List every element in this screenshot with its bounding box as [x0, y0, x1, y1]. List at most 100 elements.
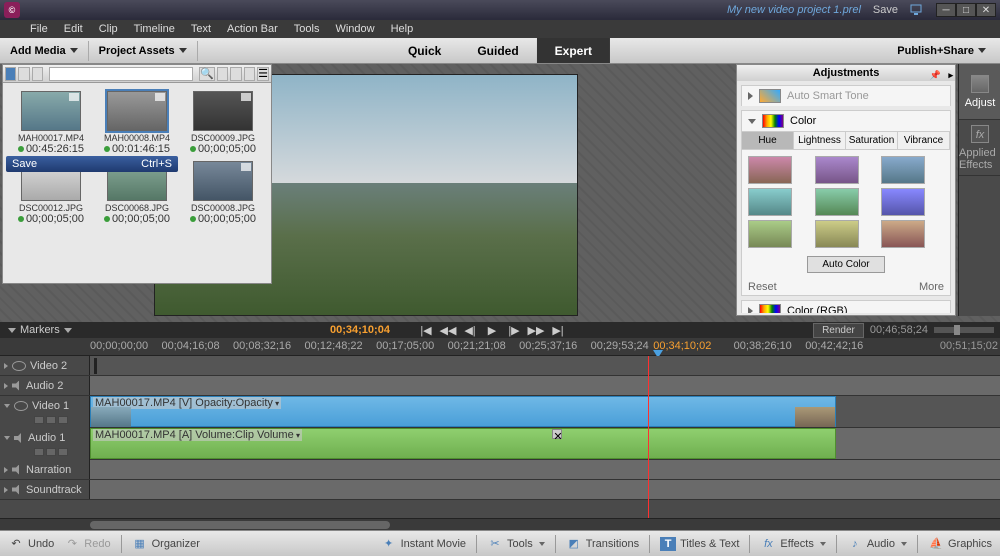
track-option-button[interactable]: [46, 416, 56, 424]
color-tab-hue[interactable]: Hue: [742, 132, 794, 149]
project-name[interactable]: My new video project 1.prel: [727, 4, 861, 16]
keyframe-icon[interactable]: ✕: [552, 429, 562, 439]
speaker-icon[interactable]: [12, 465, 22, 475]
panel-menu-icon[interactable]: ▸: [948, 67, 953, 83]
organizer-button[interactable]: ▦Organizer: [132, 536, 200, 552]
search-icon[interactable]: 🔍: [199, 67, 215, 81]
color-preset[interactable]: [748, 156, 792, 184]
color-preset[interactable]: [881, 188, 925, 216]
expand-icon[interactable]: [4, 487, 8, 493]
track-option-button[interactable]: [34, 416, 44, 424]
color-preset[interactable]: [748, 220, 792, 248]
color-preset[interactable]: [881, 220, 925, 248]
transitions-button[interactable]: ◩Transitions: [566, 536, 639, 552]
horizontal-scrollbar[interactable]: [0, 518, 1000, 530]
applied-effects-tab-button[interactable]: fx Applied Effects: [959, 120, 1000, 176]
video-clip[interactable]: MAH00017.MP4 [V] Opacity:Opacity ▾: [90, 396, 836, 427]
adjust-tab-button[interactable]: Adjust: [959, 64, 1000, 120]
monitor-icon[interactable]: [910, 4, 922, 16]
close-button[interactable]: ✕: [976, 3, 996, 17]
current-timecode[interactable]: 00;34;10;04: [330, 324, 390, 336]
menu-tools[interactable]: Tools: [286, 23, 328, 35]
speaker-icon[interactable]: [14, 433, 24, 443]
color-preset[interactable]: [815, 220, 859, 248]
mode-tab-expert[interactable]: Expert: [537, 38, 610, 63]
speaker-icon[interactable]: [12, 485, 22, 495]
track-content[interactable]: MAH00017.MP4 [A] Volume:Clip Volume ▾ ✕: [90, 428, 1000, 459]
mode-tab-guided[interactable]: Guided: [459, 38, 536, 63]
track-option-button[interactable]: [58, 416, 68, 424]
undo-button[interactable]: ↶Undo: [8, 536, 54, 552]
track-content[interactable]: [90, 376, 1000, 395]
track-content[interactable]: MAH00017.MP4 [V] Opacity:Opacity ▾: [90, 396, 1000, 427]
asset-item[interactable]: MAH00017.MP4 00:45:26:15: [11, 91, 91, 155]
step-back-button[interactable]: ◀|: [464, 324, 476, 336]
color-tab-vibrance[interactable]: Vibrance: [898, 132, 950, 149]
effects-button[interactable]: fxEffects: [760, 536, 825, 552]
menu-clip[interactable]: Clip: [91, 23, 126, 35]
minimize-button[interactable]: ─: [936, 3, 956, 17]
asset-item[interactable]: DSC00008.JPG 00;00;05;00: [183, 161, 263, 225]
play-button[interactable]: ▶: [486, 324, 498, 336]
smart-tone-section[interactable]: Auto Smart Tone: [742, 86, 950, 106]
menu-edit[interactable]: Edit: [56, 23, 91, 35]
color-preset[interactable]: [815, 156, 859, 184]
new-folder-icon[interactable]: [217, 67, 228, 81]
color-preset[interactable]: [748, 188, 792, 216]
speaker-icon[interactable]: [12, 381, 22, 391]
track-option-button[interactable]: [34, 448, 44, 456]
menu-file[interactable]: File: [22, 23, 56, 35]
goto-end-button[interactable]: ▶|: [552, 324, 564, 336]
menu-help[interactable]: Help: [383, 23, 422, 35]
add-media-button[interactable]: Add Media: [0, 41, 89, 61]
color-preset[interactable]: [881, 156, 925, 184]
track-content[interactable]: [90, 460, 1000, 479]
marker[interactable]: [94, 358, 97, 374]
color-tab-lightness[interactable]: Lightness: [794, 132, 846, 149]
color-preset[interactable]: [815, 188, 859, 216]
color-tab-saturation[interactable]: Saturation: [846, 132, 898, 149]
color-section-header[interactable]: Color: [742, 111, 950, 131]
expand-icon[interactable]: [4, 383, 8, 389]
titles-button[interactable]: TTitles & Text: [660, 537, 739, 551]
asset-audio-filter-icon[interactable]: [32, 67, 43, 81]
collapse-icon[interactable]: [4, 436, 10, 440]
audio-clip[interactable]: MAH00017.MP4 [A] Volume:Clip Volume ▾ ✕: [90, 428, 836, 459]
publish-share-button[interactable]: Publish+Share: [887, 41, 996, 61]
graphics-button[interactable]: ⛵Graphics: [928, 536, 992, 552]
prev-button[interactable]: ◀◀: [442, 324, 454, 336]
audio-button[interactable]: ♪Audio: [847, 536, 907, 552]
auto-color-button[interactable]: Auto Color: [807, 256, 884, 273]
render-button[interactable]: Render: [813, 323, 864, 338]
asset-video-filter-icon[interactable]: [5, 67, 16, 81]
panel-options-icon[interactable]: ☰: [257, 67, 269, 81]
menu-timeline[interactable]: Timeline: [126, 23, 183, 35]
asset-item[interactable]: DSC00009.JPG 00;00;05;00: [183, 91, 263, 155]
instant-movie-button[interactable]: ✦Instant Movie: [381, 536, 466, 552]
save-link[interactable]: Save: [873, 4, 898, 16]
asset-image-filter-icon[interactable]: [18, 67, 29, 81]
track-content[interactable]: [90, 480, 1000, 499]
menu-window[interactable]: Window: [327, 23, 382, 35]
tools-button[interactable]: ✂Tools: [487, 536, 545, 552]
timeline-ruler[interactable]: 00;00;00;00 00;04;16;08 00;08;32;16 00;1…: [0, 338, 1000, 356]
markers-button[interactable]: Markers: [0, 324, 80, 336]
zoom-slider[interactable]: [934, 327, 994, 333]
collapse-icon[interactable]: [4, 404, 10, 408]
menu-actionbar[interactable]: Action Bar: [219, 23, 286, 35]
project-assets-button[interactable]: Project Assets: [89, 41, 198, 61]
track-option-button[interactable]: [46, 448, 56, 456]
color-rgb-section[interactable]: Color (RGB): [742, 301, 950, 313]
playhead-line[interactable]: [648, 356, 649, 518]
eye-icon[interactable]: [12, 361, 26, 371]
track-content[interactable]: [90, 356, 1000, 375]
mode-tab-quick[interactable]: Quick: [390, 38, 459, 63]
new-item-icon[interactable]: [230, 67, 241, 81]
save-tooltip[interactable]: Save Ctrl+S: [6, 156, 178, 172]
redo-button[interactable]: ↷Redo: [64, 536, 110, 552]
pin-icon[interactable]: 📌: [930, 67, 941, 83]
delete-icon[interactable]: [244, 67, 255, 81]
scrollbar-thumb[interactable]: [90, 521, 390, 529]
eye-icon[interactable]: [14, 401, 28, 411]
asset-search-input[interactable]: [49, 67, 193, 81]
